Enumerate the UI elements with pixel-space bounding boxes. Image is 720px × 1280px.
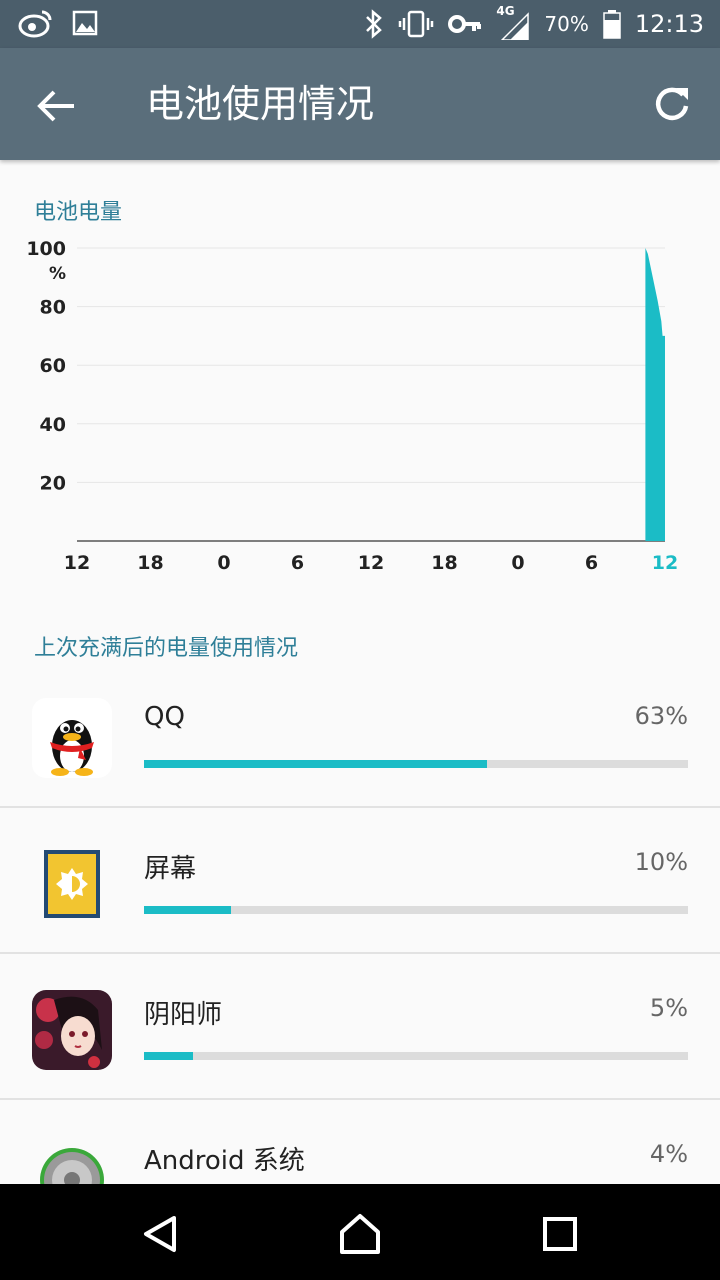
y-tick-label: 80 bbox=[40, 297, 66, 319]
weibo-icon bbox=[18, 10, 52, 38]
recent-apps-icon[interactable] bbox=[538, 1212, 582, 1256]
cell-signal-icon bbox=[501, 12, 530, 40]
image-notification-icon bbox=[72, 10, 98, 36]
navigation-bar bbox=[0, 1184, 720, 1280]
y-tick-label: 100 bbox=[26, 238, 66, 260]
x-tick-label: 12 bbox=[652, 552, 678, 574]
app-name: 阴阳师 bbox=[144, 1000, 223, 1030]
battery-level-area bbox=[645, 248, 665, 541]
divider bbox=[0, 806, 720, 808]
usage-bar bbox=[144, 1052, 688, 1060]
usage-bar-fill bbox=[144, 760, 487, 768]
back-triangle-icon[interactable] bbox=[138, 1212, 182, 1256]
battery-chart: 100 80 60 40 20% 12 18 0 6 12 18 0 6 12 bbox=[26, 238, 678, 574]
y-tick-label: 20 bbox=[40, 472, 66, 494]
clock: 12:13 bbox=[634, 10, 704, 38]
y-tick-label: 60 bbox=[40, 355, 66, 377]
qq-penguin-icon bbox=[32, 698, 112, 778]
list-item-onmyoji[interactable]: 阴阳师 5% bbox=[0, 978, 720, 1123]
usage-bar bbox=[144, 760, 688, 768]
usage-percent: 10% bbox=[634, 848, 688, 876]
x-tick-label: 6 bbox=[585, 552, 598, 574]
bluetooth-icon bbox=[366, 9, 383, 39]
x-tick-label: 0 bbox=[217, 552, 230, 574]
list-item-qq[interactable]: QQ 63% bbox=[0, 686, 720, 831]
divider bbox=[0, 952, 720, 954]
usage-percent: 63% bbox=[634, 702, 688, 730]
usage-percent: 4% bbox=[649, 1140, 688, 1168]
onmyoji-game-icon bbox=[32, 990, 112, 1070]
y-unit-label: % bbox=[49, 264, 66, 284]
x-tick-label: 0 bbox=[511, 552, 524, 574]
status-bar: 4G 70% 12:13 bbox=[0, 0, 720, 48]
battery-icon bbox=[603, 10, 621, 39]
app-name: QQ bbox=[144, 702, 185, 732]
usage-bar bbox=[144, 906, 688, 914]
refresh-icon[interactable] bbox=[652, 84, 692, 124]
page-title: 电池使用情况 bbox=[146, 82, 375, 126]
home-icon[interactable] bbox=[338, 1212, 382, 1256]
signal-strength: 4G bbox=[496, 4, 530, 40]
screen-brightness-icon bbox=[44, 850, 100, 918]
usage-bar-fill bbox=[144, 906, 232, 914]
x-tick-label: 12 bbox=[358, 552, 384, 574]
usage-heading: 上次充满后的电量使用情况 bbox=[34, 636, 299, 661]
y-tick-label: 40 bbox=[40, 414, 66, 436]
vibrate-icon bbox=[399, 10, 434, 38]
x-tick-label: 12 bbox=[64, 552, 90, 574]
usage-bar-fill bbox=[144, 1052, 193, 1060]
x-tick-label: 6 bbox=[291, 552, 304, 574]
list-item-screen[interactable]: 屏幕 10% bbox=[0, 832, 720, 977]
battery-level-heading: 电池电量 bbox=[34, 200, 123, 225]
divider bbox=[0, 1098, 720, 1100]
app-bar: 电池使用情况 bbox=[0, 48, 720, 160]
x-tick-label: 18 bbox=[137, 552, 163, 574]
usage-percent: 5% bbox=[649, 994, 688, 1022]
app-name: Android 系统 bbox=[144, 1146, 305, 1176]
vpn-key-icon bbox=[448, 15, 482, 33]
battery-percent: 70% bbox=[544, 12, 589, 36]
app-name: 屏幕 bbox=[144, 854, 197, 884]
x-tick-label: 18 bbox=[431, 552, 457, 574]
back-arrow-icon[interactable] bbox=[34, 84, 78, 128]
